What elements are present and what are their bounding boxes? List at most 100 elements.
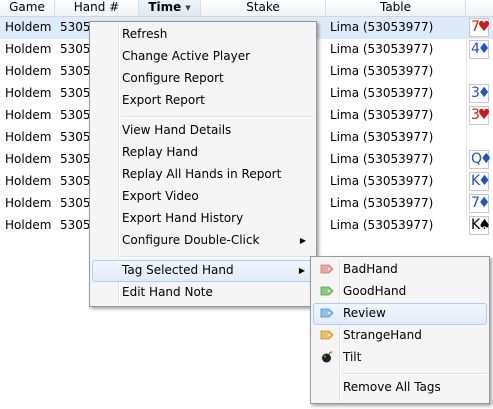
card-rank: 3	[471, 107, 480, 123]
cell-game: Holdem	[5, 64, 52, 78]
green-tag-icon	[320, 286, 334, 296]
menu-item-view-hand-details[interactable]: View Hand Details	[92, 120, 314, 142]
menu-item-export-video[interactable]: Export Video	[92, 186, 314, 208]
red-tag-icon	[320, 264, 334, 274]
menu-item-refresh[interactable]: Refresh	[92, 24, 314, 46]
submenu-arrow-icon: ▶	[298, 266, 305, 275]
cell-game: Holdem	[5, 108, 52, 122]
submenu-arrow-icon: ▶	[299, 236, 306, 245]
tag-item-tilt[interactable]: Tilt	[313, 347, 487, 369]
card-rank: Q	[471, 151, 482, 167]
menu-item-configure-double-click[interactable]: Configure Double-Click ▶	[92, 230, 314, 252]
cell-table: Lima (53053977)	[330, 64, 434, 78]
card-suit-icon: ♥	[477, 107, 490, 123]
cell-table: Lima (53053977)	[330, 218, 434, 232]
card-icon: Q♦	[469, 150, 493, 169]
cell-table: Lima (53053977)	[330, 20, 434, 34]
cell-game: Holdem	[5, 130, 52, 144]
grid-header: Game Hand # Time ▼ Stake Table	[0, 0, 493, 17]
menu-item-label: Replay All Hands in Report	[122, 167, 282, 181]
yellow-tag-icon	[320, 330, 334, 340]
menu-item-label: Configure Report	[122, 71, 224, 85]
card-rank: 4	[471, 41, 480, 57]
tag-item-review[interactable]: Review	[313, 303, 487, 325]
card-suit-icon: ♠	[478, 217, 490, 233]
card-suit-icon: ♦	[477, 41, 490, 57]
cell-game: Holdem	[5, 86, 52, 100]
menu-item-change-active-player[interactable]: Change Active Player	[92, 46, 314, 68]
tag-item-good-hand[interactable]: GoodHand	[313, 281, 487, 303]
cell-table: Lima (53053977)	[330, 42, 434, 56]
column-header-table[interactable]: Table	[326, 0, 466, 16]
card-suit-icon: ♦	[478, 173, 490, 189]
bomb-icon	[322, 351, 333, 363]
menu-separator	[121, 116, 314, 118]
menu-item-label: GoodHand	[343, 284, 407, 298]
menu-item-label: Tilt	[343, 350, 362, 364]
column-header-time[interactable]: Time ▼	[139, 0, 201, 16]
card-icon: K♦	[469, 172, 491, 191]
card-rank: 3	[471, 85, 480, 101]
tag-item-remove-all[interactable]: Remove All Tags	[313, 377, 487, 399]
column-header-hand-label: Hand #	[73, 0, 120, 14]
column-header-game[interactable]: Game	[0, 0, 55, 16]
card-suit-icon: ♦	[477, 85, 490, 101]
menu-item-configure-report[interactable]: Configure Report	[92, 68, 314, 90]
menu-item-replay-all-hands[interactable]: Replay All Hands in Report	[92, 164, 314, 186]
cell-table: Lima (53053977)	[330, 108, 434, 122]
menu-item-label: Refresh	[122, 27, 168, 41]
cell-game: Holdem	[5, 20, 52, 34]
menu-item-tag-selected-hand[interactable]: Tag Selected Hand ▶	[92, 260, 314, 282]
cell-game: Holdem	[5, 152, 52, 166]
tag-item-bad-hand[interactable]: BadHand	[313, 259, 487, 281]
column-header-table-label: Table	[379, 0, 412, 14]
cell-game: Holdem	[5, 174, 52, 188]
tag-submenu: BadHand GoodHand Review StrangeHand Tilt…	[310, 256, 490, 404]
column-header-stake-label: Stake	[246, 0, 280, 14]
menu-item-label: Configure Double-Click	[122, 233, 260, 247]
tag-item-strange-hand[interactable]: StrangeHand	[313, 325, 487, 347]
column-header-time-label: Time	[148, 0, 182, 14]
column-header-game-label: Game	[9, 0, 45, 14]
menu-item-label: Export Hand History	[122, 211, 244, 225]
column-header-cards[interactable]	[466, 0, 493, 16]
cell-table: Lima (53053977)	[330, 86, 434, 100]
cell-table: Lima (53053977)	[330, 174, 434, 188]
column-header-hand[interactable]: Hand #	[55, 0, 139, 16]
menu-item-label: Edit Hand Note	[122, 285, 213, 299]
card-icon: 3♦	[469, 84, 490, 103]
card-icon: 3♥	[469, 106, 490, 125]
column-header-stake[interactable]: Stake	[201, 0, 326, 16]
menu-item-label: Export Video	[122, 189, 199, 203]
menu-separator	[121, 256, 314, 258]
cell-game: Holdem	[5, 42, 52, 56]
card-icon: K♠	[469, 216, 491, 235]
menu-item-label: BadHand	[343, 262, 398, 276]
card-icon: 4♦	[469, 40, 490, 59]
menu-item-label: Export Report	[122, 93, 205, 107]
card-icon: 7♥	[469, 18, 490, 37]
menu-item-label: Change Active Player	[122, 49, 251, 63]
cell-table: Lima (53053977)	[330, 196, 434, 210]
menu-item-label: Review	[343, 306, 386, 320]
card-suit-icon: ♥	[477, 19, 490, 35]
menu-item-export-hand-history[interactable]: Export Hand History	[92, 208, 314, 230]
menu-item-label: Remove All Tags	[343, 380, 441, 394]
card-suit-icon: ♦	[477, 195, 490, 211]
sort-descending-icon: ▼	[185, 4, 191, 12]
menu-item-replay-hand[interactable]: Replay Hand	[92, 142, 314, 164]
menu-item-label: StrangeHand	[343, 328, 422, 342]
menu-item-label: Replay Hand	[122, 145, 199, 159]
menu-item-label: Tag Selected Hand	[122, 263, 234, 277]
card-rank: 7	[471, 19, 480, 35]
blue-tag-icon	[320, 308, 334, 318]
menu-item-edit-hand-note[interactable]: Edit Hand Note	[92, 282, 314, 304]
menu-item-label: View Hand Details	[122, 123, 232, 137]
cell-game: Holdem	[5, 196, 52, 210]
menu-item-export-report[interactable]: Export Report	[92, 90, 314, 112]
cell-table: Lima (53053977)	[330, 130, 434, 144]
card-rank: 7	[471, 195, 480, 211]
card-suit-icon: ♦	[480, 151, 492, 167]
cell-game: Holdem	[5, 218, 52, 232]
menu-separator	[342, 373, 487, 375]
